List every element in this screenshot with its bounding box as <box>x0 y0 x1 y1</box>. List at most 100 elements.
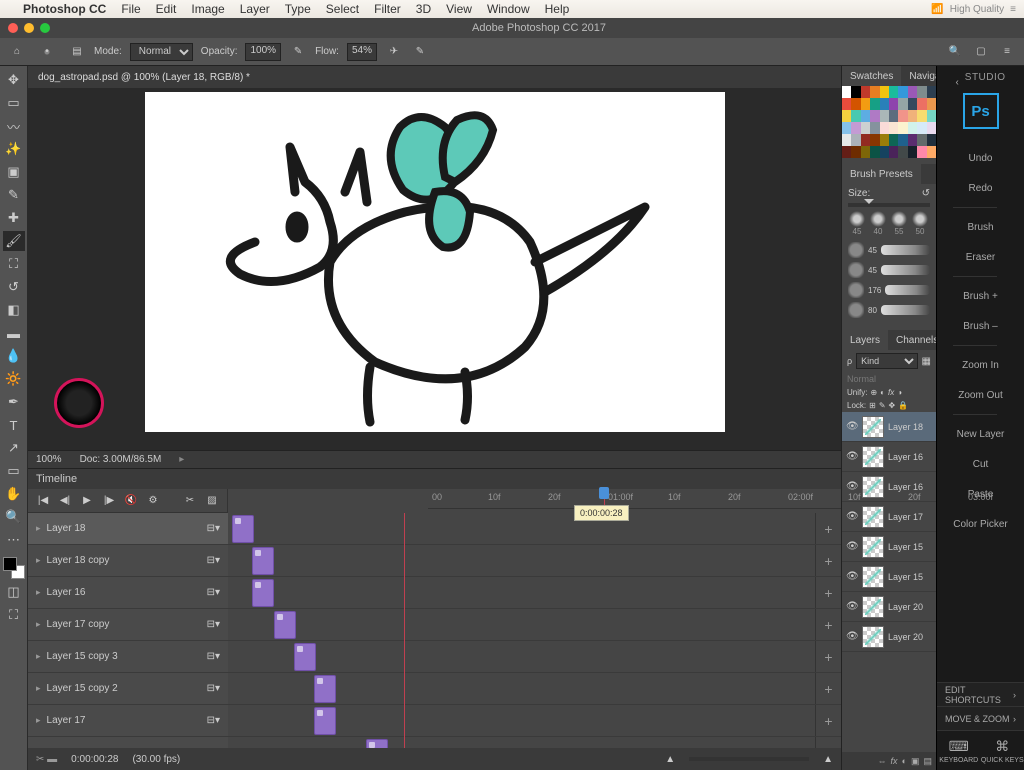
swatch[interactable] <box>889 122 898 134</box>
swatch[interactable] <box>870 98 879 110</box>
studio-shortcut[interactable]: New Layer <box>953 419 1007 449</box>
lock-position-icon[interactable]: ✥ <box>889 401 896 410</box>
swatch[interactable] <box>870 146 879 158</box>
studio-shortcut[interactable]: Brush – <box>953 311 1007 341</box>
crop-tool[interactable]: ▣ <box>3 162 25 182</box>
timeline-next-frame[interactable]: |▶ <box>102 493 116 509</box>
brush-preset-row[interactable]: 176 <box>848 280 930 300</box>
timeline-fps[interactable]: (30.00 fps) <box>132 754 180 765</box>
swatch[interactable] <box>842 110 851 122</box>
home-icon[interactable]: ⌂ <box>8 43 26 61</box>
swatch[interactable] <box>898 110 907 122</box>
studio-shortcut[interactable]: Cut <box>953 449 1007 479</box>
visibility-icon[interactable]: 👁 <box>846 601 858 612</box>
swatch[interactable] <box>842 122 851 134</box>
swatch[interactable] <box>851 86 860 98</box>
menu-file[interactable]: File <box>121 2 140 16</box>
swatch[interactable] <box>851 110 860 122</box>
keyboard-button[interactable]: ⌨KEYBOARD <box>937 731 981 770</box>
swatch[interactable] <box>889 86 898 98</box>
studio-shortcut[interactable]: Eraser <box>953 242 1007 272</box>
layer-filter-icon[interactable]: ▦ <box>922 356 931 367</box>
visibility-icon[interactable]: 👁 <box>846 511 858 522</box>
timeline-clip[interactable] <box>366 739 388 748</box>
timeline-audio[interactable]: 🔇 <box>124 493 138 509</box>
swatch[interactable] <box>889 110 898 122</box>
track-add-button[interactable]: + <box>815 641 841 672</box>
layer-row[interactable]: 👁Layer 20 <box>842 622 936 652</box>
swatch[interactable] <box>927 146 936 158</box>
swatch[interactable] <box>927 110 936 122</box>
studio-shortcut[interactable]: Brush + <box>953 281 1007 311</box>
studio-shortcut[interactable]: Brush <box>953 212 1007 242</box>
track-label[interactable]: ▸Layer 17 copy⊟▾ <box>28 609 228 640</box>
timeline-clip[interactable] <box>232 515 254 543</box>
swatch[interactable] <box>870 110 879 122</box>
opacity-field[interactable]: 100% <box>245 43 281 61</box>
swatch[interactable] <box>880 122 889 134</box>
track-add-button[interactable]: + <box>815 737 841 748</box>
window-minimize-button[interactable] <box>24 23 34 33</box>
swatch[interactable] <box>842 134 851 146</box>
swatch[interactable] <box>889 146 898 158</box>
swatch[interactable] <box>851 98 860 110</box>
swatch[interactable] <box>870 122 879 134</box>
share-icon[interactable]: ≡ <box>998 43 1016 61</box>
swatch[interactable] <box>898 98 907 110</box>
new-layer-icon[interactable]: ▤ <box>923 756 932 767</box>
brush-thumb[interactable]: 45 <box>848 211 866 236</box>
swatch[interactable] <box>880 86 889 98</box>
layer-row[interactable]: 👁Layer 15 <box>842 562 936 592</box>
swatch[interactable] <box>861 98 870 110</box>
swatch[interactable] <box>842 86 851 98</box>
zoom-tool[interactable]: 🔍 <box>3 507 25 527</box>
layer-kind-filter[interactable]: Kind <box>856 353 917 369</box>
eyedropper-tool[interactable]: ✎ <box>3 185 25 205</box>
swatch[interactable] <box>917 86 926 98</box>
menu-image[interactable]: Image <box>191 2 224 16</box>
unify-position-icon[interactable]: ⊕ <box>870 388 877 397</box>
timeline-zoom-slider[interactable] <box>689 757 809 761</box>
swatch[interactable] <box>880 98 889 110</box>
doc-size[interactable]: Doc: 3.00M/86.5M <box>80 454 162 465</box>
swatch[interactable] <box>861 86 870 98</box>
visibility-icon[interactable]: 👁 <box>846 421 858 432</box>
brush-size-slider[interactable] <box>848 203 930 207</box>
swatch[interactable] <box>842 98 851 110</box>
healing-tool[interactable]: ✚ <box>3 208 25 228</box>
swatch[interactable] <box>927 122 936 134</box>
photoshop-app-icon[interactable]: Ps <box>963 93 999 129</box>
lock-transparency-icon[interactable]: ⊞ <box>869 401 876 410</box>
swatch[interactable] <box>927 86 936 98</box>
swatch[interactable] <box>898 122 907 134</box>
layer-blend-mode[interactable]: Normal <box>842 372 936 386</box>
path-tool[interactable]: ↗ <box>3 438 25 458</box>
layer-row[interactable]: 👁Layer 16 <box>842 442 936 472</box>
brush-tip-thumbs[interactable]: 45405550 <box>848 211 930 236</box>
quick-keys-button[interactable]: ⌘QUICK KEYS <box>981 731 1024 770</box>
swatch[interactable] <box>908 122 917 134</box>
unify-visibility-icon[interactable]: ◐ <box>880 388 885 397</box>
timeline-clip[interactable] <box>314 707 336 735</box>
swatch[interactable] <box>880 110 889 122</box>
swatch[interactable] <box>889 134 898 146</box>
menu-3d[interactable]: 3D <box>416 2 431 16</box>
timeline-zoom-in[interactable]: ▲ <box>823 754 833 765</box>
track-label[interactable]: ▸Layer 18⊟▾ <box>28 513 228 544</box>
track-lane[interactable] <box>228 705 815 736</box>
layer-row[interactable]: 👁Layer 20 <box>842 592 936 622</box>
swatch[interactable] <box>861 134 870 146</box>
swatch[interactable] <box>880 134 889 146</box>
stamp-tool[interactable]: ⛶ <box>3 254 25 274</box>
airbrush-icon[interactable]: ✈ <box>385 43 403 61</box>
swatch[interactable] <box>917 122 926 134</box>
timeline-zoom-out[interactable]: ▲ <box>665 754 675 765</box>
timeline-clip[interactable] <box>252 579 274 607</box>
hand-tool[interactable]: ✋ <box>3 484 25 504</box>
track-lane[interactable] <box>228 641 815 672</box>
visibility-icon[interactable]: 👁 <box>846 451 858 462</box>
blend-mode-select[interactable]: Normal <box>130 43 193 61</box>
track-options-icon[interactable]: ⊟▾ <box>207 587 220 598</box>
marquee-tool[interactable]: ▭ <box>3 93 25 113</box>
color-fgbg[interactable] <box>3 557 25 579</box>
